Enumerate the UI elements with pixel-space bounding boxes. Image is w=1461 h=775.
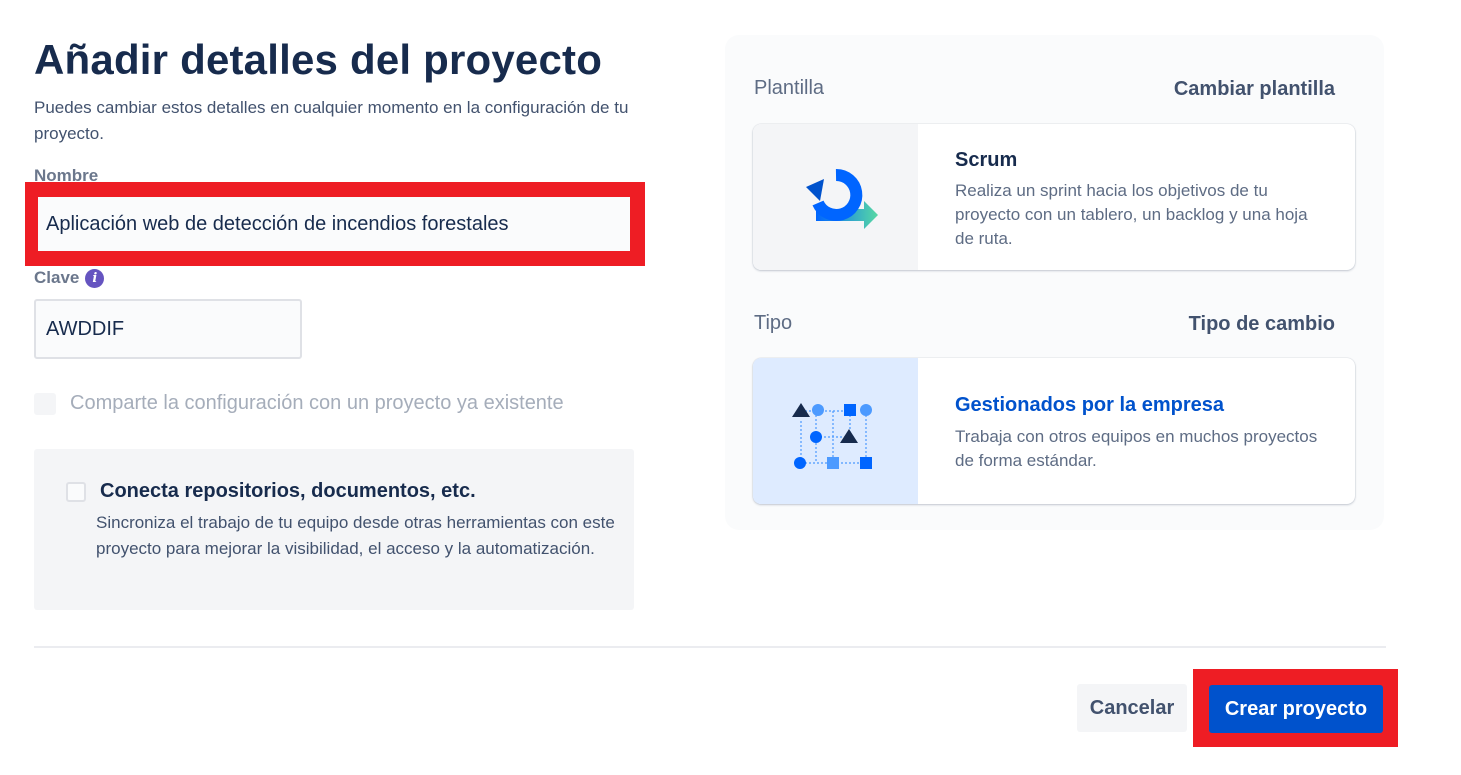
template-section-label: Plantilla (754, 77, 825, 99)
page-title: Añadir detalles del proyecto (34, 36, 603, 83)
company-managed-icon (791, 403, 872, 469)
template-name: Scrum (955, 149, 1018, 171)
project-name-input[interactable]: Aplicación web de detección de incendios… (38, 197, 630, 251)
share-settings-row: Comparte la configuración con un proyect… (34, 392, 564, 415)
create-project-button[interactable]: Crear proyecto (1209, 685, 1383, 733)
template-card-media (753, 124, 918, 270)
project-key-input[interactable]: AWDDIF (34, 299, 302, 359)
cancel-button[interactable]: Cancelar (1077, 684, 1187, 732)
footer-divider (34, 646, 1386, 648)
project-template-panel: Plantilla Cambiar plantilla Scrum Realiz… (725, 35, 1384, 530)
type-description: Trabaja con otros equipos en muchos proy… (955, 427, 1318, 470)
share-settings-checkbox (34, 392, 56, 415)
info-icon[interactable]: i (85, 268, 105, 288)
type-card-media (753, 358, 918, 504)
page-subtitle: Puedes cambiar estos detalles en cualqui… (34, 98, 629, 143)
type-section-label: Tipo (754, 312, 793, 334)
connect-description: Sincroniza el trabajo de tu equipo desde… (96, 513, 615, 558)
change-type-link[interactable]: Tipo de cambio (1189, 313, 1335, 336)
connect-panel: Conecta repositorios, documentos, etc. S… (34, 449, 634, 610)
type-card[interactable]: Gestionados por la empresa Trabaja con o… (753, 358, 1355, 504)
type-name: Gestionados por la empresa (955, 394, 1224, 416)
connect-checkbox[interactable] (66, 482, 86, 502)
key-label-row: Clave i (34, 268, 105, 288)
change-template-link[interactable]: Cambiar plantilla (1174, 78, 1335, 101)
key-label: Clave (34, 268, 80, 287)
template-description: Realiza un sprint hacia los objetivos de… (955, 181, 1308, 248)
connect-title: Conecta repositorios, documentos, etc. (100, 480, 476, 502)
scrum-cycle-icon (805, 168, 878, 229)
template-card[interactable]: Scrum Realiza un sprint hacia los objeti… (753, 124, 1355, 270)
share-settings-label: Comparte la configuración con un proyect… (70, 392, 564, 414)
